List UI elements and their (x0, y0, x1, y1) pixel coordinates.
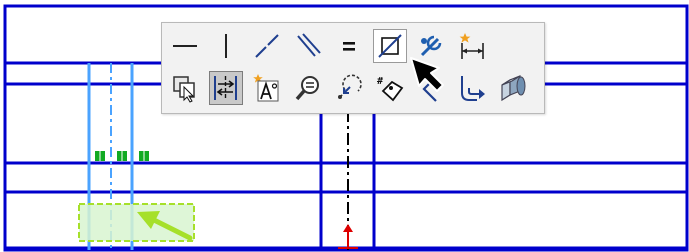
mirror-entities-icon (214, 76, 237, 100)
perpendicular-relation-button[interactable] (373, 29, 407, 63)
sketch-tools-row: # (168, 71, 537, 105)
add-text-button[interactable] (250, 71, 284, 105)
copy-entities-icon (173, 76, 195, 103)
zoom-to-selection-button[interactable] (291, 71, 325, 105)
extruded-boss-button[interactable] (496, 71, 530, 105)
equal-relation-button[interactable] (332, 29, 366, 63)
add-relation-button[interactable]: # (373, 71, 407, 105)
collinear-relation-icon (255, 34, 279, 58)
selection-box[interactable] (78, 203, 195, 242)
extruded-boss-icon (501, 75, 526, 102)
mouse-pointer-icon (410, 57, 444, 92)
offset-entities-button[interactable] (455, 71, 489, 105)
vertical-relation-icon (225, 34, 227, 58)
collinear-relation-button[interactable] (250, 29, 284, 63)
add-relation-icon: # (377, 76, 404, 102)
perpendicular-relation-icon (378, 34, 402, 58)
equal-relation-icon (343, 42, 355, 51)
convert-entities-icon (338, 74, 362, 99)
context-toolbar: # (161, 22, 545, 114)
convert-entities-button[interactable] (332, 71, 366, 105)
horizontal-relation-icon (173, 45, 197, 47)
smart-dimension-button[interactable] (455, 29, 489, 63)
offset-entities-icon (461, 76, 485, 101)
parallel-relation-button[interactable] (291, 29, 325, 63)
relation-markers (95, 151, 149, 161)
add-text-icon (253, 74, 279, 102)
horizontal-relation-button[interactable] (168, 29, 202, 63)
smart-dimension-icon (459, 33, 484, 59)
copy-entities-button[interactable] (168, 71, 202, 105)
mirror-entities-button[interactable] (209, 71, 243, 105)
zoom-to-selection-icon (295, 76, 319, 101)
parallel-relation-icon (297, 33, 321, 57)
vertical-relation-button[interactable] (209, 29, 243, 63)
svg-text:#: # (377, 76, 383, 87)
origin-marker (338, 224, 358, 249)
